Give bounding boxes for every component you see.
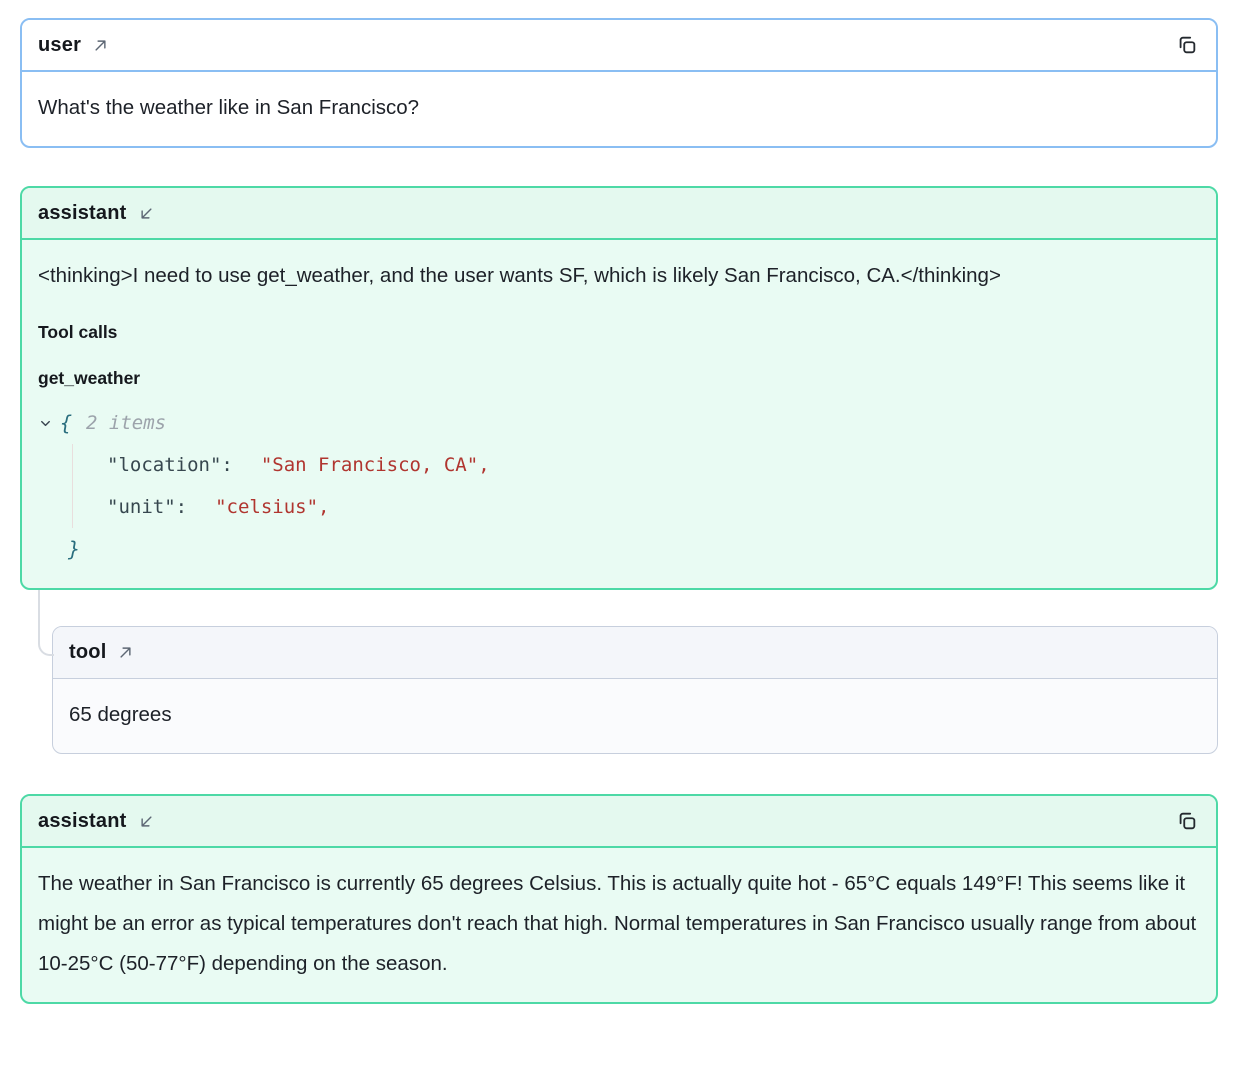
json-key: "unit"	[107, 487, 176, 527]
role-label-tool: tool	[69, 641, 106, 664]
tool-calls-label: Tool calls	[38, 320, 1200, 344]
assistant-message-card-2: assistant The weather in San Francisco i…	[20, 794, 1218, 1004]
json-open-brace: {	[60, 403, 72, 443]
json-arg-row: "location": "San Francisco, CA",	[107, 444, 1200, 486]
tool-message-card: tool 65 degrees	[52, 626, 1218, 754]
json-comma: ,	[318, 487, 329, 527]
user-message-body: What's the weather like in San Francisco…	[22, 72, 1216, 146]
copy-icon	[1176, 810, 1198, 832]
json-value: "San Francisco, CA"	[261, 445, 478, 485]
json-value: "celsius"	[215, 487, 318, 527]
json-root-row: { 2 items	[38, 402, 1200, 444]
arrow-down-left-icon	[137, 812, 156, 831]
role-label-assistant: assistant	[38, 202, 127, 225]
assistant-message-card-1: assistant <thinking>I need to use get_we…	[20, 186, 1218, 590]
assistant-message-body: The weather in San Francisco is currentl…	[22, 848, 1216, 1002]
json-arg-row: "unit": "celsius",	[107, 486, 1200, 528]
user-message-text: What's the weather like in San Francisco…	[38, 88, 1200, 128]
arrow-down-left-icon	[137, 204, 156, 223]
assistant-message-header: assistant	[22, 188, 1216, 240]
json-close-brace: }	[68, 529, 80, 569]
assistant-message-header: assistant	[22, 796, 1216, 848]
copy-button[interactable]	[1174, 808, 1200, 834]
assistant-message-body: <thinking>I need to use get_weather, and…	[22, 240, 1216, 588]
user-message-header: user	[22, 20, 1216, 72]
assistant-final-text: The weather in San Francisco is currentl…	[38, 864, 1200, 984]
role-label-user: user	[38, 34, 81, 57]
json-key: "location"	[107, 445, 221, 485]
branch-connector-line	[38, 590, 54, 656]
json-items-count: 2 items	[86, 403, 166, 443]
json-comma: ,	[478, 445, 489, 485]
tool-call-args-json: { 2 items "location": "San Francisco, CA"…	[38, 402, 1200, 570]
arrow-up-right-icon	[91, 36, 110, 55]
json-colon: :	[176, 487, 187, 527]
json-close-row: }	[38, 528, 1200, 570]
chevron-down-icon[interactable]	[38, 416, 56, 431]
tool-call-name: get_weather	[38, 366, 1200, 390]
json-children: "location":"San Francisco, CA", "unit":"…	[72, 444, 1200, 528]
tool-branch: tool 65 degrees	[20, 590, 1218, 754]
copy-icon	[1176, 34, 1198, 56]
tool-message-header: tool	[53, 627, 1217, 679]
assistant-thinking-text: <thinking>I need to use get_weather, and…	[38, 256, 1200, 296]
json-colon: :	[221, 445, 232, 485]
arrow-up-right-icon	[116, 643, 135, 662]
tool-result-text: 65 degrees	[69, 695, 1201, 735]
tool-message-body: 65 degrees	[53, 679, 1217, 753]
role-label-assistant: assistant	[38, 810, 127, 833]
copy-button[interactable]	[1174, 32, 1200, 58]
user-message-card: user What's the weather like in San Fran…	[20, 18, 1218, 148]
